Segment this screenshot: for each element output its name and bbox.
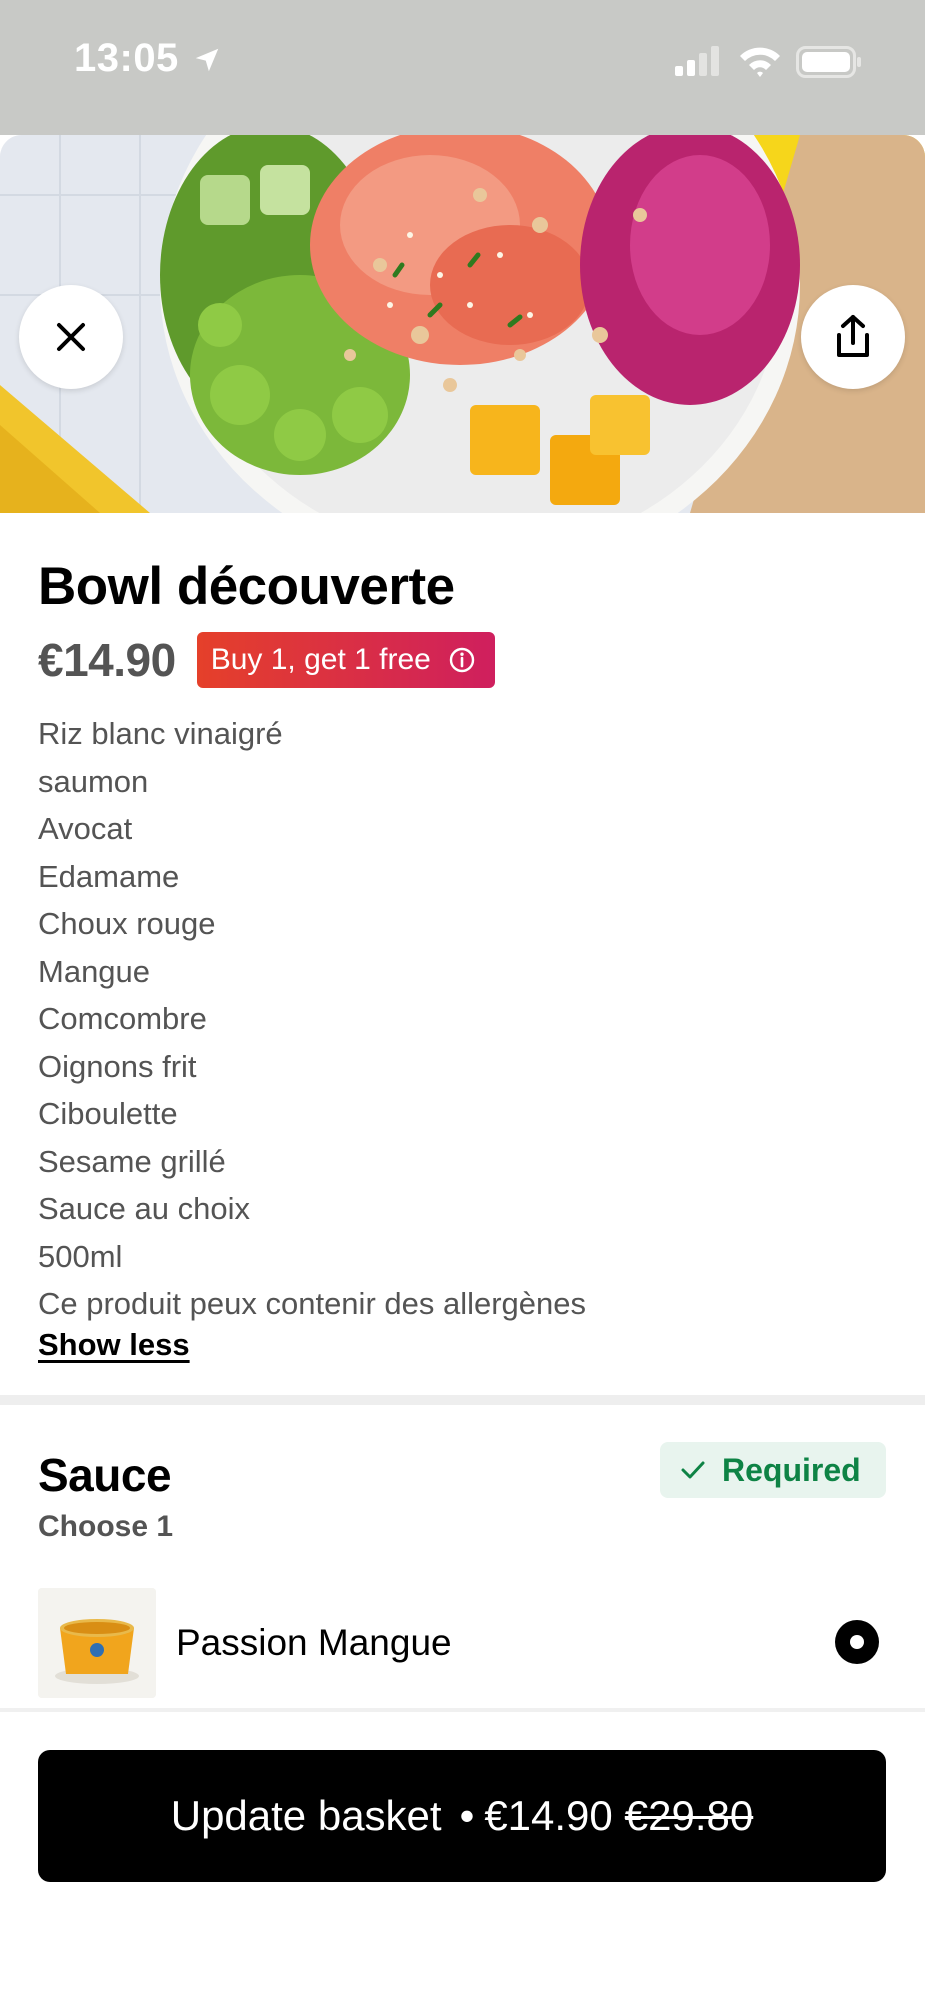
sauce-section-subtitle: Choose 1	[38, 1510, 174, 1543]
sauce-option-label: Passion Mangue	[176, 1622, 452, 1663]
promo-label: Buy 1, get 1 free	[210, 643, 431, 676]
description-line: 500ml	[38, 1238, 123, 1274]
hero-image	[0, 135, 925, 513]
description-line: Ciboulette	[38, 1096, 178, 1131]
description-line: Choux rouge	[38, 906, 216, 941]
location-arrow-icon	[192, 45, 222, 80]
radio-dot	[850, 1635, 864, 1649]
show-less-link[interactable]: Show less	[38, 1327, 190, 1363]
status-bar: 13:05	[0, 0, 925, 135]
status-time: 13:05	[74, 36, 179, 80]
required-badge: Required	[660, 1442, 886, 1498]
cellular-signal-icon	[675, 46, 721, 81]
description-line: Ce produit peux contenir des allergènes	[38, 1286, 587, 1321]
close-icon	[51, 317, 91, 357]
required-label: Required	[722, 1451, 861, 1488]
description-line: Mangue	[38, 953, 151, 989]
sauce-section-title: Sauce	[38, 1449, 172, 1501]
promo-badge[interactable]: Buy 1, get 1 free	[196, 632, 495, 688]
share-icon	[831, 313, 875, 361]
cta-label: Update basket	[170, 1792, 442, 1839]
radio-selected-icon[interactable]	[835, 1620, 879, 1664]
close-button[interactable]	[19, 285, 123, 389]
battery-icon	[796, 46, 862, 83]
checkmark-icon	[680, 1452, 722, 1489]
description-line: Avocat	[38, 811, 133, 846]
share-button[interactable]	[801, 285, 905, 389]
description-line: Sesame grillé	[38, 1143, 226, 1179]
sauce-thumbnail	[38, 1588, 156, 1698]
item-price: €14.90	[38, 634, 176, 686]
item-description: Riz blanc vinaigré saumon Avocat Edamame…	[38, 710, 898, 1328]
cta-separator: •	[459, 1792, 475, 1839]
description-line: Sauce au choix	[38, 1191, 250, 1226]
description-line: Comcombre	[38, 1001, 207, 1036]
wifi-icon	[738, 44, 782, 83]
description-line: Edamame	[38, 858, 180, 894]
update-basket-button[interactable]: Update basket • €14.90 €29.80	[38, 1750, 886, 1882]
option-divider	[0, 1708, 925, 1712]
cta-old-price: €29.80	[624, 1792, 754, 1839]
cta-price: €14.90	[484, 1792, 613, 1839]
info-icon	[449, 647, 475, 673]
description-line: saumon	[38, 763, 149, 799]
description-line: Oignons frit	[38, 1048, 197, 1084]
section-divider	[0, 1395, 925, 1405]
sauce-option-passion-mangue[interactable]: Passion Mangue	[0, 1580, 925, 1708]
item-title: Bowl découverte	[38, 557, 455, 616]
description-line: Riz blanc vinaigré	[38, 716, 283, 751]
price-row: €14.90 Buy 1, get 1 free	[38, 632, 495, 688]
